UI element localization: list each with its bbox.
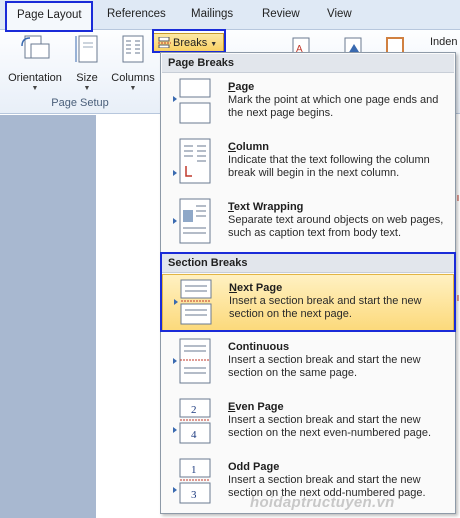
menu-item-title: Column xyxy=(228,141,269,153)
svg-text:1: 1 xyxy=(191,464,197,476)
page-breaks-header: Page Breaks xyxy=(162,54,454,73)
menu-item-title: Text Wrapping xyxy=(228,201,304,213)
menu-item-text-wrapping[interactable]: Text Wrapping Separate text around objec… xyxy=(162,194,454,252)
menu-item-description: Indicate that the text following the col… xyxy=(228,154,430,179)
breaks-label: Breaks xyxy=(173,37,208,49)
orientation-icon xyxy=(21,35,50,59)
columns-icon xyxy=(122,35,144,63)
ribbon-tab-bar: Page Layout References Mailings Review V… xyxy=(0,0,460,31)
breaks-icon xyxy=(158,37,171,48)
menu-item-next-page[interactable]: Next Page Insert a section break and sta… xyxy=(162,274,454,332)
menu-item-page[interactable]: Page Mark the point at which one page en… xyxy=(162,74,454,132)
text-wrapping-icon xyxy=(173,198,211,244)
orientation-button[interactable]: Orientation ▼ xyxy=(4,34,66,92)
menu-item-description: Insert a section break and start the new… xyxy=(228,354,421,379)
menu-item-title: Odd Page xyxy=(228,461,280,473)
menu-item-description: Insert a section break and start the new… xyxy=(229,295,422,320)
svg-text:2: 2 xyxy=(191,404,197,416)
menu-item-title: Even Page xyxy=(228,401,284,413)
tab-view[interactable]: View xyxy=(327,8,352,20)
columns-button[interactable]: Columns ▼ xyxy=(108,34,158,92)
menu-item-description: Separate text around objects on web page… xyxy=(228,214,444,239)
page-break-icon xyxy=(173,78,211,124)
menu-item-description: Insert a section break and start the new… xyxy=(228,414,432,439)
indent-label: Inden xyxy=(430,36,458,48)
columns-label: Columns xyxy=(111,72,155,84)
menu-item-title: Continuous xyxy=(228,341,290,353)
breaks-button[interactable]: Breaks ▼ xyxy=(153,33,224,53)
tab-page-layout[interactable]: Page Layout xyxy=(6,2,93,31)
svg-text:3: 3 xyxy=(191,489,197,501)
orientation-label: Orientation xyxy=(8,72,62,84)
next-page-icon xyxy=(174,279,212,325)
menu-item-description: Mark the point at which one page ends an… xyxy=(228,94,439,119)
section-breaks-header: Section Breaks xyxy=(162,254,454,273)
tab-review[interactable]: Review xyxy=(262,8,300,20)
menu-item-title: Next Page xyxy=(229,282,283,294)
size-icon xyxy=(75,35,98,63)
column-break-icon xyxy=(173,138,211,184)
menu-item-title: Page xyxy=(228,81,255,93)
site-watermark: hoidaptructuyen.vn xyxy=(250,494,395,511)
breaks-dropdown-menu: Page Breaks Page Mark the point at which… xyxy=(160,52,456,514)
size-button[interactable]: Size ▼ xyxy=(72,34,102,92)
odd-page-icon: 1 3 xyxy=(173,458,211,504)
chevron-down-icon: ▼ xyxy=(83,85,91,92)
tab-mailings[interactable]: Mailings xyxy=(191,8,233,20)
chevron-down-icon: ▼ xyxy=(129,85,137,92)
chevron-down-icon: ▼ xyxy=(31,85,39,92)
menu-item-continuous[interactable]: Continuous Insert a section break and st… xyxy=(162,334,454,392)
menu-item-column[interactable]: Column Indicate that the text following … xyxy=(162,134,454,192)
size-label: Size xyxy=(76,72,98,84)
page-setup-group-label: Page Setup xyxy=(51,97,109,109)
tab-references[interactable]: References xyxy=(107,8,166,20)
even-page-icon: 2 4 xyxy=(173,398,211,444)
continuous-icon xyxy=(173,338,211,384)
svg-text:4: 4 xyxy=(191,429,197,441)
chevron-down-icon: ▼ xyxy=(210,41,218,48)
menu-item-even-page[interactable]: 2 4 Even Page Insert a section break and… xyxy=(162,394,454,452)
